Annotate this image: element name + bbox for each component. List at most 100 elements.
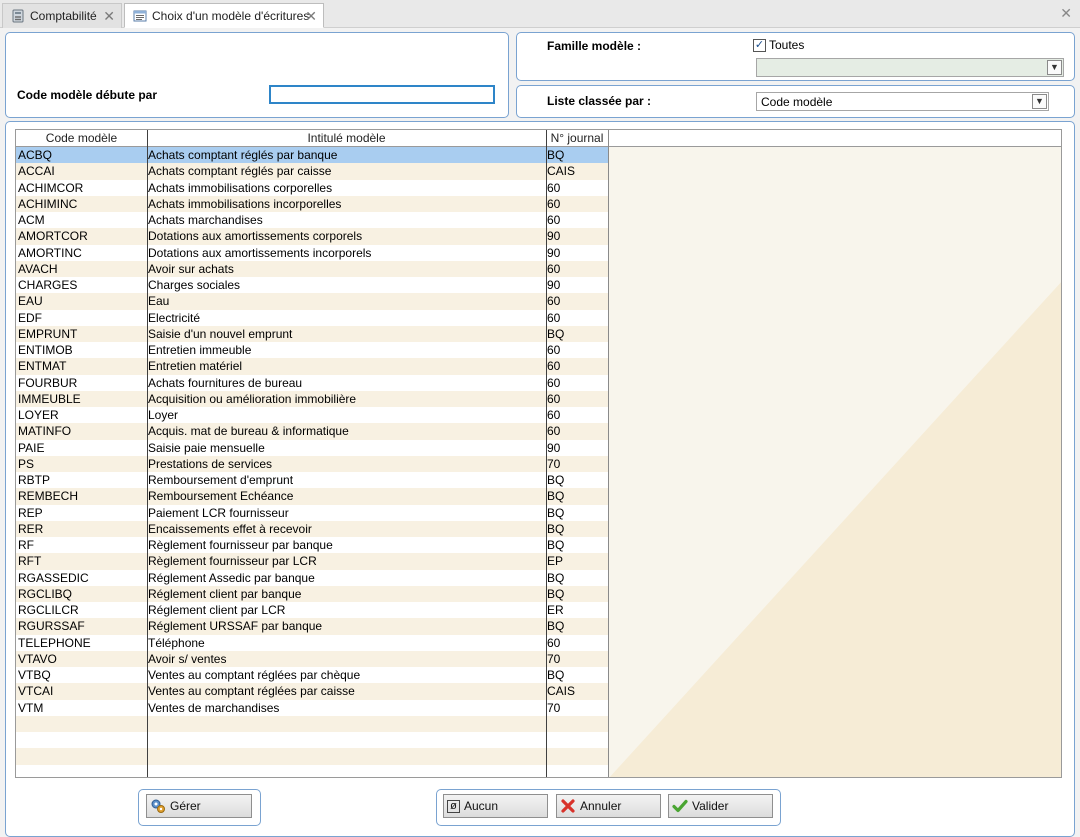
table-row[interactable]: ACHIMCOR Achats immobilisations corporell… xyxy=(16,179,608,196)
table-row[interactable]: ACCAI Achats comptant réglés par caisse CA… xyxy=(16,163,608,180)
table-row[interactable]: ACHIMINC Achats immobilisations incorpore… xyxy=(16,195,608,212)
chevron-down-icon[interactable]: ▼ xyxy=(1032,94,1047,109)
cell-code: RGURSSAF xyxy=(18,619,85,634)
cell-code: AMORTINC xyxy=(18,245,82,260)
cell-code: ACHIMINC xyxy=(18,196,78,211)
table-row[interactable]: AMORTINC Dotations aux amortissements inc… xyxy=(16,244,608,261)
cell-journal: 60 xyxy=(547,343,561,357)
cell-intitule: Prestations de services xyxy=(148,456,273,471)
toutes-checkbox[interactable]: ✓ xyxy=(753,39,766,52)
aucun-button[interactable]: ø Aucun xyxy=(443,794,548,818)
table-row[interactable]: RFT Règlement fournisseur par LCR EP xyxy=(16,553,608,570)
cell-journal: CAIS xyxy=(547,164,576,179)
cell-intitule: Achats immobilisations corporelles xyxy=(148,180,333,195)
cell-intitule: Achats comptant réglés par caisse xyxy=(148,164,332,179)
close-icon[interactable]: ✕ xyxy=(103,8,115,25)
cell-code: REP xyxy=(18,505,43,520)
cell-journal: CAIS xyxy=(547,684,576,699)
table-row[interactable]: RER Encaissements effet à recevoir BQ xyxy=(16,520,608,537)
sort-select[interactable]: Code modèle ▼ xyxy=(756,92,1049,111)
table-row[interactable]: VTCAI Ventes au comptant réglées par cais… xyxy=(16,683,608,700)
cell-code: EAU xyxy=(18,294,43,309)
cell-code: AMORTCOR xyxy=(18,229,88,244)
table-row[interactable]: ACM Achats marchandises 60 xyxy=(16,212,608,229)
cell-journal: ER xyxy=(547,603,564,617)
cell-code: VTM xyxy=(18,700,44,715)
gerer-button[interactable]: Gérer xyxy=(146,794,252,818)
table-row[interactable]: MATINFO Acquis. mat de bureau & informati… xyxy=(16,423,608,440)
chevron-down-icon[interactable]: ▼ xyxy=(1047,60,1062,75)
table-row[interactable]: VTM Ventes de marchandises 70 xyxy=(16,699,608,716)
table-row[interactable]: PAIE Saisie paie mensuelle 90 xyxy=(16,439,608,456)
cell-journal: BQ xyxy=(547,619,565,634)
cell-journal: BQ xyxy=(547,570,565,585)
sort-select-value: Code modèle xyxy=(761,95,833,109)
header-journal[interactable]: N° journal xyxy=(546,130,608,146)
cell-code: ACBQ xyxy=(18,148,53,162)
red-x-icon xyxy=(560,798,576,814)
cell-code: TELEPHONE xyxy=(18,635,91,650)
table-row[interactable]: EMPRUNT Saisie d'un nouvel emprunt BQ xyxy=(16,325,608,342)
cell-code: CHARGES xyxy=(18,278,78,292)
valider-button[interactable]: Valider xyxy=(668,794,773,818)
code-filter-label: Code modèle débute par xyxy=(17,88,158,102)
header-code[interactable]: Code modèle xyxy=(16,130,147,146)
code-filter-input[interactable] xyxy=(269,85,495,104)
cell-journal: BQ xyxy=(547,586,565,601)
column-divider xyxy=(546,130,547,777)
table-row[interactable]: REMBECH Remboursement Echéance BQ xyxy=(16,488,608,505)
cell-journal: 70 xyxy=(547,456,561,471)
table-row[interactable]: AMORTCOR Dotations aux amortissements cor… xyxy=(16,228,608,245)
table-row[interactable]: VTBQ Ventes au comptant réglées par chèqu… xyxy=(16,667,608,684)
cell-intitule: Remboursement d'emprunt xyxy=(148,473,294,487)
table-row[interactable]: LOYER Loyer 60 xyxy=(16,407,608,424)
table-row[interactable]: REP Paiement LCR fournisseur BQ xyxy=(16,504,608,521)
cell-intitule: Paiement LCR fournisseur xyxy=(148,505,289,520)
table-row[interactable]: RGURSSAF Réglement URSSAF par banque BQ xyxy=(16,618,608,635)
table-row[interactable]: VTAVO Avoir s/ ventes 70 xyxy=(16,650,608,667)
gears-icon xyxy=(150,798,166,814)
cell-journal: 60 xyxy=(547,375,561,390)
cell-intitule: Acquisition ou amélioration immobilière xyxy=(148,391,357,406)
table-row[interactable]: ENTIMOB Entretien immeuble 60 xyxy=(16,342,608,359)
tab-bar: Comptabilité ✕ Choix d'un modèle d'écrit… xyxy=(0,0,1080,28)
famille-select[interactable]: ▼ xyxy=(756,58,1064,77)
gerer-label: Gérer xyxy=(170,799,201,813)
table-row[interactable]: RGCLIBQ Réglement client par banque BQ xyxy=(16,585,608,602)
table-row[interactable]: TELEPHONE Téléphone 60 xyxy=(16,634,608,651)
table-row[interactable]: RF Règlement fournisseur par banque BQ xyxy=(16,537,608,554)
table-row[interactable]: RGCLILCR Réglement client par LCR ER xyxy=(16,602,608,619)
tab-comptabilite[interactable]: Comptabilité ✕ xyxy=(2,3,122,28)
table-row[interactable]: IMMEUBLE Acquisition ou amélioration immo… xyxy=(16,390,608,407)
table-row[interactable]: RGASSEDIC Réglement Assedic par banque BQ xyxy=(16,569,608,586)
cell-code: PS xyxy=(18,456,35,471)
table-row[interactable]: ACBQ Achats comptant réglés par banque BQ xyxy=(16,147,608,164)
window-close-icon[interactable]: ✕ xyxy=(1060,5,1072,22)
cell-code: AVACH xyxy=(18,261,58,276)
annuler-label: Annuler xyxy=(580,799,622,813)
cell-intitule: Saisie paie mensuelle xyxy=(148,440,265,455)
table-row[interactable]: EDF Electricité 60 xyxy=(16,309,608,326)
table-row[interactable]: EAU Eau 60 xyxy=(16,293,608,310)
table-row[interactable]: ENTMAT Entretien matériel 60 xyxy=(16,358,608,375)
cell-code: REMBECH xyxy=(18,489,79,504)
tab-choix-modele[interactable]: Choix d'un modèle d'écritures ✕ xyxy=(124,3,324,28)
table-row[interactable]: CHARGES Charges sociales 90 xyxy=(16,277,608,294)
annuler-button[interactable]: Annuler xyxy=(556,794,661,818)
cell-intitule: Règlement fournisseur par LCR xyxy=(148,554,317,569)
cell-intitule: Dotations aux amortissements incorporels xyxy=(148,245,372,260)
header-intitule[interactable]: Intitulé modèle xyxy=(147,130,546,146)
table-row[interactable]: RBTP Remboursement d'emprunt BQ xyxy=(16,472,608,489)
table-row[interactable]: PS Prestations de services 70 xyxy=(16,455,608,472)
cell-intitule: Réglement client par banque xyxy=(148,586,302,601)
empty-row xyxy=(16,764,608,777)
cell-code: ACM xyxy=(18,213,45,227)
table-row[interactable]: AVACH Avoir sur achats 60 xyxy=(16,260,608,277)
cell-intitule: Avoir s/ ventes xyxy=(148,651,227,666)
table-row[interactable]: FOURBUR Achats fournitures de bureau 60 xyxy=(16,374,608,391)
cell-journal: 60 xyxy=(547,196,561,211)
cell-journal: 90 xyxy=(547,229,561,244)
cell-journal: 60 xyxy=(547,408,561,422)
cell-intitule: Règlement fournisseur par banque xyxy=(148,538,333,552)
close-icon[interactable]: ✕ xyxy=(305,8,317,25)
